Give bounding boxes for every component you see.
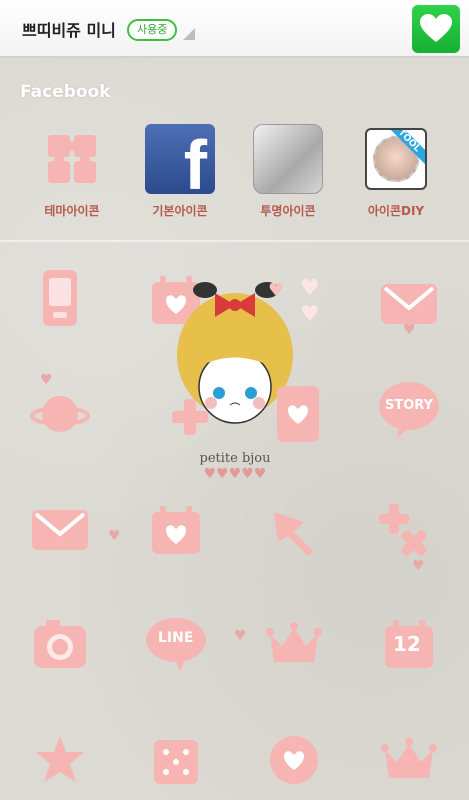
heart-circle-icon[interactable] — [262, 728, 326, 792]
ribbon-icon[interactable] — [262, 500, 326, 564]
corner-triangle-icon — [183, 28, 195, 40]
divider — [0, 240, 469, 242]
line-bubble-icon[interactable]: LINE — [144, 612, 208, 676]
envelope-icon[interactable] — [28, 498, 92, 562]
envelope-icon[interactable] — [377, 272, 441, 336]
dock-item-theme-icon[interactable]: 테마아이콘 — [22, 124, 122, 219]
dock-item-transparent-icon[interactable]: 투명아이콘 — [238, 124, 338, 219]
theme-title: 쁘띠비쥬 미니 — [22, 21, 116, 40]
transparent-icon — [253, 124, 323, 194]
dice-icon[interactable] — [144, 728, 208, 792]
heart-decoration-icon: ♥ — [268, 280, 285, 301]
photo-icon: TOOL — [365, 128, 427, 190]
calendar-12-icon[interactable]: 12 — [377, 612, 441, 676]
dock-label: 기본아이콘 — [152, 204, 208, 218]
phone-icon[interactable] — [28, 268, 92, 332]
puzzle-icon — [37, 124, 107, 194]
heart-icon — [420, 14, 452, 42]
heart-app-button[interactable] — [412, 5, 460, 53]
dock-item-icon-diy[interactable]: TOOL 아이콘DIY — [346, 124, 446, 219]
crown-icon[interactable] — [377, 728, 441, 792]
calendar-icon[interactable] — [144, 498, 208, 562]
card-icon[interactable] — [266, 382, 330, 446]
hearts-row: ♥♥♥♥♥ — [203, 466, 267, 482]
crown-icon[interactable] — [262, 612, 326, 676]
dock-label: 아이콘DIY — [367, 204, 425, 218]
status-badge: 사용중 — [127, 19, 178, 41]
dock-label: 투명아이콘 — [260, 204, 316, 218]
story-label: STORY — [385, 398, 433, 413]
heart-decoration-icon: ♥ — [234, 628, 247, 644]
heart-decoration-icon: ♥ — [108, 528, 121, 544]
facebook-icon: f — [145, 124, 215, 194]
folder-label: Facebook — [20, 82, 111, 102]
dock-label: 테마아이콘 — [44, 204, 100, 218]
dock-item-default-icon[interactable]: f 기본아이콘 — [130, 124, 230, 219]
star-icon[interactable] — [28, 728, 92, 792]
heart-decoration-icon: ♥ — [300, 302, 320, 327]
plus-icon[interactable] — [158, 385, 222, 449]
plus-x-icon[interactable] — [377, 498, 441, 562]
line-label: LINE — [158, 630, 194, 646]
top-bar: 쁘띠비쥬 미니 사용중 — [0, 0, 469, 58]
planet-icon[interactable] — [28, 382, 92, 446]
heart-decoration-icon: ♥ — [300, 276, 320, 301]
story-bubble-icon[interactable]: STORY — [377, 378, 441, 442]
camera-icon[interactable] — [28, 612, 92, 676]
calendar-day: 12 — [393, 632, 421, 656]
character-caption: petite bjou — [199, 451, 271, 466]
